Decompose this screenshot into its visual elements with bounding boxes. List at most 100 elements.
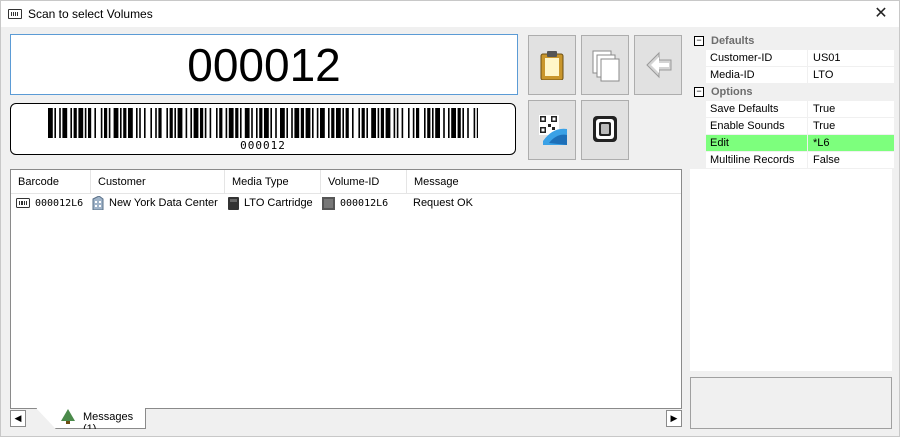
property-save-defaults[interactable]: Save Defaults True [690, 101, 894, 118]
property-key: Save Defaults [690, 101, 808, 117]
back-arrow-icon [646, 51, 672, 79]
barcode-bar [264, 108, 269, 138]
property-edit[interactable]: Edit *L6 [690, 135, 894, 152]
barcode-preview: 000012 [10, 103, 516, 155]
building-icon [92, 196, 104, 211]
barcode-bar [331, 108, 335, 138]
barcode-bar [150, 108, 152, 138]
qr-scan-button[interactable] [528, 100, 576, 160]
barcode-bar [328, 108, 330, 138]
barcode-bar [123, 108, 127, 138]
barcode-bar [84, 108, 87, 138]
barcode-bar [358, 108, 360, 138]
media-type-value: LTO Cartridge [244, 197, 313, 209]
window-title: Scan to select Volumes [28, 7, 153, 21]
barcode-bar [275, 108, 277, 138]
barcode-bar [345, 108, 349, 138]
collapse-toggle-icon[interactable]: − [694, 36, 704, 46]
property-enable-sounds[interactable]: Enable Sounds True [690, 118, 894, 135]
property-multiline-records[interactable]: Multiline Records False [690, 152, 894, 169]
barcode-bar [48, 108, 53, 138]
tab-messages[interactable]: Messages (1) [36, 408, 146, 429]
barcode-bar [291, 108, 293, 138]
barcode-bar [62, 108, 68, 138]
barcode-bar [144, 108, 146, 138]
property-key: Edit [690, 135, 808, 151]
barcode-bar [305, 108, 311, 138]
barcode-bar [136, 108, 138, 138]
property-value[interactable]: True [813, 118, 835, 134]
copy-pages-icon [592, 50, 620, 82]
volume-id-value: 000012L6 [340, 198, 389, 209]
back-button[interactable] [634, 35, 682, 95]
close-button[interactable]: ✕ [869, 3, 893, 25]
scanned-value-display[interactable]: 000012 [10, 34, 518, 95]
barcode-bar [286, 108, 288, 138]
barcode-bar [316, 108, 319, 138]
property-grid[interactable]: − Defaults Customer-ID US01 Media-ID LTO… [689, 32, 894, 372]
barcode-bar [94, 108, 96, 138]
barcode-bar [473, 108, 476, 138]
tab-scroll-left-button[interactable]: ◀ [10, 410, 26, 427]
title-bar: Scan to select Volumes ✕ [1, 1, 899, 27]
column-volume-id[interactable]: Volume-ID [321, 170, 407, 194]
property-media-id[interactable]: Media-ID LTO [690, 67, 894, 84]
barcode-bar [443, 108, 445, 138]
barcode-bar [251, 108, 253, 138]
property-value[interactable]: US01 [813, 50, 841, 66]
barcode-bar [457, 108, 461, 138]
barcode-bar [240, 108, 242, 138]
table-row[interactable]: 000012L6 New York Data Center LTO Cartri… [11, 194, 681, 212]
column-customer[interactable]: Customer [91, 170, 225, 194]
tab-scroll-right-button[interactable]: ▶ [666, 410, 682, 427]
barcode-bar [256, 108, 258, 138]
barcode-bar [169, 108, 173, 138]
property-value[interactable]: True [813, 101, 835, 117]
barcode-bar [408, 108, 410, 138]
property-key: Media-ID [690, 67, 808, 83]
property-value[interactable]: *L6 [813, 135, 830, 151]
property-value[interactable]: False [813, 152, 840, 168]
barcode-bar [78, 108, 84, 138]
column-message[interactable]: Message [407, 170, 487, 194]
paste-button[interactable] [528, 35, 576, 95]
clipboard-paste-icon [540, 51, 564, 80]
barcode-bar [385, 108, 391, 138]
barcode-bar [174, 108, 176, 138]
category-defaults[interactable]: − Defaults [690, 33, 894, 50]
barcode-bar [448, 108, 450, 138]
property-value[interactable]: LTO [813, 67, 833, 83]
barcode-bars [48, 108, 478, 138]
rfid-chip-icon [593, 116, 617, 142]
barcode-bar [294, 108, 300, 138]
barcode-bar [155, 108, 157, 138]
property-key: Multiline Records [690, 152, 808, 168]
barcode-bar [352, 108, 354, 138]
copy-button[interactable] [581, 35, 629, 95]
barcode-bar [235, 108, 239, 138]
barcode-bar [204, 108, 207, 138]
barcode-caption: 000012 [240, 139, 286, 152]
barcode-bar [73, 108, 77, 138]
column-media-type[interactable]: Media Type [225, 170, 321, 194]
message-cell: Request OK [413, 197, 473, 209]
barcode-bar [462, 108, 464, 138]
property-key: Customer-ID [690, 50, 808, 66]
barcode-bar [300, 108, 304, 138]
barcode-bar [190, 108, 192, 138]
barcode-bar [59, 108, 61, 138]
barcode-bar [158, 108, 162, 138]
rfid-button[interactable] [581, 100, 629, 160]
property-customer-id[interactable]: Customer-ID US01 [690, 50, 894, 67]
barcode-bar [216, 108, 218, 138]
collapse-toggle-icon[interactable]: − [694, 87, 704, 97]
tab-bar: ◀ Messages (1) ▶ [10, 408, 682, 430]
barcode-bar [228, 108, 234, 138]
category-options[interactable]: − Options [690, 84, 894, 101]
volume-list[interactable]: Barcode Customer Media Type Volume-ID Me… [10, 169, 682, 409]
barcode-bar [427, 108, 431, 138]
category-label: Options [711, 86, 753, 98]
column-barcode[interactable]: Barcode [11, 170, 91, 194]
qr-code-scan-icon [539, 115, 567, 145]
barcode-bar [128, 108, 133, 138]
